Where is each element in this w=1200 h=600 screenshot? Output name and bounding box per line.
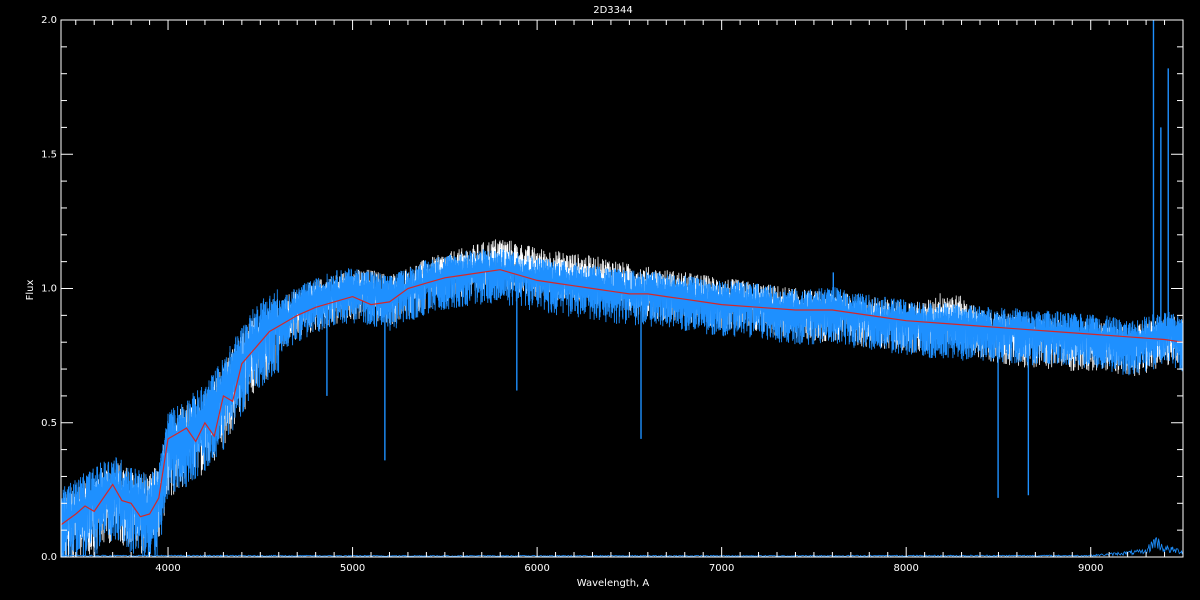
x-tick-label: 4000 — [155, 563, 180, 574]
plot-area — [61, 20, 1183, 557]
y-tick-label: 1.0 — [41, 284, 57, 295]
y-tick-label: 1.5 — [41, 149, 57, 160]
x-tick-label: 9000 — [1078, 563, 1103, 574]
x-axis-label: Wavelength, A — [577, 578, 650, 589]
x-tick-label: 6000 — [524, 563, 549, 574]
series-error — [61, 537, 1183, 557]
y-tick-label: 0.5 — [41, 418, 57, 429]
y-axis-label: Flux — [25, 280, 36, 301]
chart-title: 2D3344 — [593, 5, 633, 16]
x-tick-label: 5000 — [340, 563, 365, 574]
y-tick-label: 0.0 — [41, 552, 57, 563]
y-tick-label: 2.0 — [41, 15, 57, 26]
x-tick-label: 7000 — [709, 563, 734, 574]
x-tick-label: 8000 — [893, 563, 918, 574]
series-model — [61, 248, 1183, 557]
spectrum-chart: 2D3344 4000 5000 6000 7000 8000 9000 0.0 0.5 1.… — [25, 5, 1184, 589]
